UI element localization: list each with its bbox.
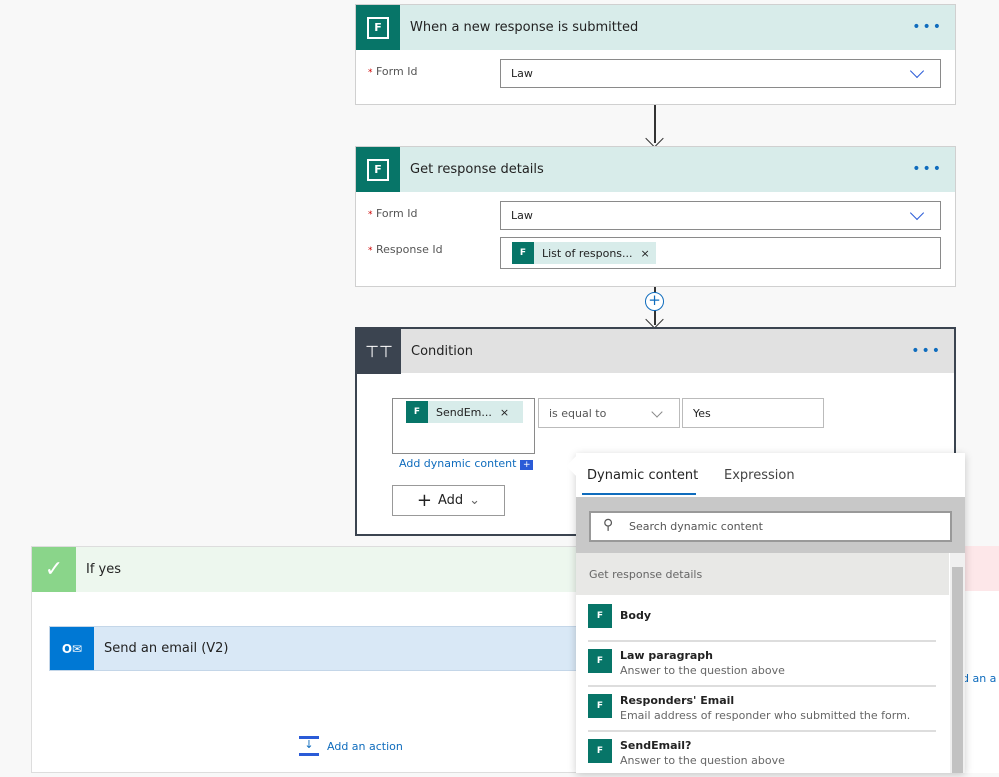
response-token[interactable]: F List of respons... × — [512, 242, 656, 264]
more-options-icon[interactable]: ••• — [912, 161, 943, 177]
get-details-title: Get response details — [410, 162, 544, 177]
condition-title: Condition — [411, 343, 474, 359]
add-button[interactable]: + Add ⌄ — [392, 485, 505, 516]
forms-icon: F — [588, 694, 612, 718]
condition-header[interactable]: ⊤⊤ Condition ••• — [357, 328, 954, 374]
form-id-dropdown[interactable]: Law — [500, 59, 941, 88]
forms-icon: F — [588, 649, 612, 673]
trigger-title: When a new response is submitted — [410, 20, 639, 35]
dynamic-item-responders-email[interactable]: F Responders' Email Email address of respo… — [588, 688, 936, 732]
search-area: ⚲ Search dynamic content — [576, 497, 965, 553]
condition-left-operand[interactable]: F SendEm... × — [392, 398, 535, 454]
forms-icon: F — [406, 401, 428, 423]
search-dynamic-content-input[interactable]: ⚲ Search dynamic content — [589, 511, 952, 542]
forms-icon: F — [512, 242, 534, 264]
send-email-title: Send an email (V2) — [104, 641, 229, 656]
more-options-icon[interactable]: ••• — [912, 19, 943, 35]
add-an-action-button[interactable]: ↓ Add an action — [299, 736, 403, 756]
response-id-label: * Response Id — [368, 243, 443, 256]
outlook-icon: O✉ — [50, 627, 94, 670]
forms-icon: F — [588, 604, 612, 628]
form-id-label: * Form Id — [368, 207, 418, 220]
chevron-down-icon — [651, 406, 663, 418]
if-no-header[interactable] — [960, 546, 999, 591]
active-tab-indicator — [582, 493, 696, 495]
sendemail-token[interactable]: F SendEm... × — [406, 401, 523, 423]
add-dynamic-content-link[interactable]: Add dynamic content + — [399, 457, 534, 470]
forms-icon: F — [588, 739, 612, 763]
form-id-dropdown[interactable]: Law — [500, 201, 941, 230]
arrow-head-icon — [645, 310, 664, 329]
get-details-card[interactable]: F Get response details ••• * Form Id Law… — [355, 146, 956, 287]
tab-dynamic-content[interactable]: Dynamic content — [587, 468, 698, 483]
get-details-header[interactable]: F Get response details ••• — [356, 147, 955, 192]
scrollbar[interactable] — [950, 553, 965, 773]
scrollbar-thumb[interactable] — [952, 567, 963, 773]
send-email-card[interactable]: O✉ Send an email (V2) — [49, 626, 609, 671]
trigger-header[interactable]: F When a new response is submitted ••• — [356, 5, 955, 50]
more-options-icon[interactable]: ••• — [911, 343, 942, 359]
arrow-head-icon — [645, 129, 664, 148]
chevron-down-icon — [909, 205, 925, 221]
operator-dropdown[interactable]: is equal to — [538, 398, 680, 428]
search-icon: ⚲ — [603, 517, 614, 533]
response-id-input[interactable]: F List of respons... × — [500, 237, 941, 269]
dynamic-item-sendemail[interactable]: F SendEmail? Answer to the question above — [588, 733, 936, 777]
if-yes-branch: ✓ If yes O✉ Send an email (V2) ↓ Add an … — [31, 546, 609, 773]
form-id-label: * Form Id — [368, 65, 418, 78]
if-yes-header[interactable]: ✓ If yes — [32, 547, 590, 592]
chevron-down-icon — [909, 63, 925, 79]
if-yes-title: If yes — [86, 562, 122, 577]
section-header: Get response details — [576, 553, 949, 595]
add-action-icon: ↓ — [299, 736, 319, 756]
dynamic-item-law-paragraph[interactable]: F Law paragraph Answer to the question abo… — [588, 643, 936, 687]
dynamic-item-body[interactable]: F Body — [588, 598, 936, 642]
checkmark-icon: ✓ — [32, 547, 76, 592]
forms-icon: F — [356, 147, 400, 192]
remove-token-icon[interactable]: × — [500, 406, 509, 419]
condition-icon: ⊤⊤ — [357, 328, 401, 374]
condition-value-input[interactable]: Yes — [682, 398, 824, 428]
forms-icon: F — [356, 5, 400, 50]
remove-token-icon[interactable]: × — [641, 247, 656, 260]
insert-step-plus-icon[interactable]: + — [645, 292, 664, 311]
tab-expression[interactable]: Expression — [724, 468, 795, 483]
trigger-card[interactable]: F When a new response is submitted ••• *… — [355, 4, 956, 105]
dynamic-content-panel: Dynamic content Expression ⚲ Search dyna… — [566, 453, 965, 773]
